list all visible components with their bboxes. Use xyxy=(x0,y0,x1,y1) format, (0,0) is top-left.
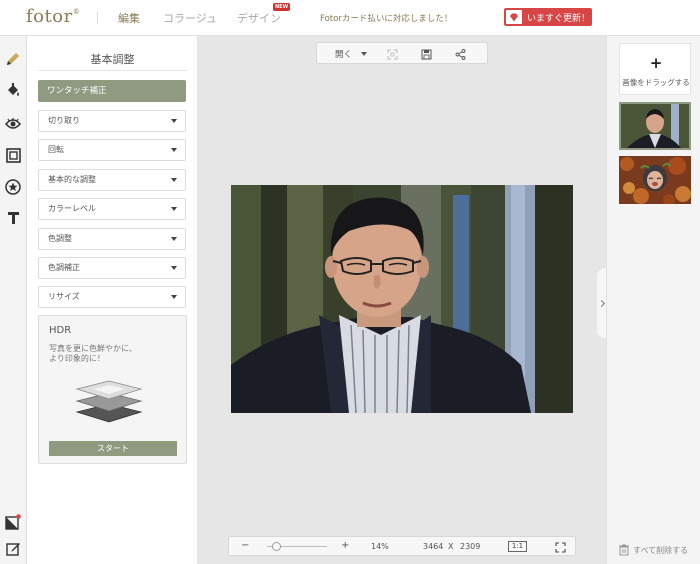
sticker-star-icon[interactable] xyxy=(4,178,22,196)
zoom-out-button[interactable]: − xyxy=(241,540,249,551)
image-width: 3464 xyxy=(423,542,444,551)
section-rotate[interactable]: 回転 xyxy=(38,139,186,161)
nav-collage[interactable]: コラージュ xyxy=(163,10,217,26)
section-color-level[interactable]: カラーレベル xyxy=(38,198,186,220)
section-label: 回転 xyxy=(48,145,64,154)
panel-title: 基本調整 xyxy=(90,53,135,66)
trash-icon xyxy=(619,544,629,556)
new-badge: NEW xyxy=(273,3,291,11)
thumbnail[interactable] xyxy=(619,156,691,204)
caret-down-icon xyxy=(171,295,177,299)
eye-icon[interactable] xyxy=(4,115,22,133)
caret-down-icon xyxy=(171,178,177,182)
fit-screen-icon[interactable] xyxy=(385,47,399,61)
hdr-start-button[interactable]: スタート xyxy=(49,441,177,456)
update-button-label: いますぐ更新！ xyxy=(527,13,591,24)
caret-down-icon xyxy=(171,148,177,152)
section-resize[interactable]: リサイズ xyxy=(38,286,186,308)
section-label: リサイズ xyxy=(48,292,80,301)
top-tools: 開く xyxy=(316,42,488,64)
open-button[interactable]: 開く xyxy=(335,48,352,60)
top-bar: fotor® 編集 コラージュ デザイン NEW Fotorカード払いに対応しま… xyxy=(0,0,700,36)
layers-stack-icon xyxy=(73,374,145,434)
section-color-adjust[interactable]: 色調整 xyxy=(38,228,186,250)
hdr-card: HDR 写真を更に色鮮やかに、 より印象的に！ スタート xyxy=(38,315,187,464)
update-button[interactable]: いますぐ更新！ xyxy=(504,8,592,26)
text-icon[interactable] xyxy=(4,209,22,227)
promo-link[interactable]: Fotorカード払いに対応しました！ xyxy=(320,12,452,24)
layer-icon[interactable] xyxy=(4,513,22,531)
chevron-right-icon xyxy=(597,299,605,307)
section-label: 切り取り xyxy=(48,116,80,125)
section-tone-correction[interactable]: 色調補正 xyxy=(38,257,186,279)
gem-icon xyxy=(506,10,522,24)
hdr-description: より印象的に！ xyxy=(49,354,105,363)
zoom-level: 14% xyxy=(371,542,389,551)
frame-icon[interactable] xyxy=(4,146,22,164)
section-crop[interactable]: 切り取り xyxy=(38,110,186,132)
pencil-icon[interactable] xyxy=(4,50,22,68)
caret-down-icon xyxy=(171,119,177,123)
section-label: 基本的な調整 xyxy=(48,175,96,184)
zoom-bar: − + 14% 3464 X 2309 1:1 xyxy=(228,536,576,556)
section-label: カラーレベル xyxy=(48,204,96,213)
section-label: 色調整 xyxy=(48,234,72,243)
nav-edit[interactable]: 編集 xyxy=(118,10,140,26)
zoom-in-button[interactable]: + xyxy=(341,540,349,551)
adjustment-panel: 基本調整 ワンタッチ補正 切り取り 回転 基本的な調整 カラーレベル 色調整 色… xyxy=(27,36,198,564)
section-basic-adjust[interactable]: 基本的な調整 xyxy=(38,169,186,191)
thumbnail-selected[interactable] xyxy=(619,102,691,150)
photo-canvas[interactable] xyxy=(231,185,573,413)
divider xyxy=(97,12,98,24)
fotor-logo[interactable]: fotor® xyxy=(26,6,80,27)
drop-zone[interactable]: + 画像をドラッグする xyxy=(619,43,691,95)
image-height: 2309 xyxy=(460,542,481,551)
nav-design[interactable]: デザイン xyxy=(237,10,281,26)
hdr-title: HDR xyxy=(49,325,72,336)
section-label: 色調補正 xyxy=(48,263,80,272)
zoom-slider-handle[interactable] xyxy=(272,542,281,551)
left-toolbar xyxy=(0,36,27,564)
caret-down-icon xyxy=(171,207,177,211)
paint-bucket-icon[interactable] xyxy=(4,81,22,99)
one-touch-button[interactable]: ワンタッチ補正 xyxy=(38,80,186,102)
delete-all-button[interactable]: すべて削除する xyxy=(619,544,688,556)
drop-zone-label: 画像をドラッグする xyxy=(622,78,690,87)
caret-down-icon[interactable] xyxy=(361,52,367,56)
canvas-area: 開く − + 14% 3464 X 2309 1:1 xyxy=(198,36,607,564)
share-icon[interactable] xyxy=(453,47,467,61)
save-icon[interactable] xyxy=(419,47,433,61)
caret-down-icon xyxy=(171,237,177,241)
actual-size-button[interactable]: 1:1 xyxy=(508,541,527,552)
right-panel: + 画像をドラッグする すべて削除する xyxy=(606,36,700,564)
dimension-separator: X xyxy=(448,542,454,551)
edit-note-icon[interactable] xyxy=(4,539,22,557)
divider xyxy=(38,70,187,71)
caret-down-icon xyxy=(171,266,177,270)
fullscreen-icon[interactable] xyxy=(553,540,567,554)
add-icon: + xyxy=(649,54,663,72)
delete-all-label: すべて削除する xyxy=(633,545,689,555)
